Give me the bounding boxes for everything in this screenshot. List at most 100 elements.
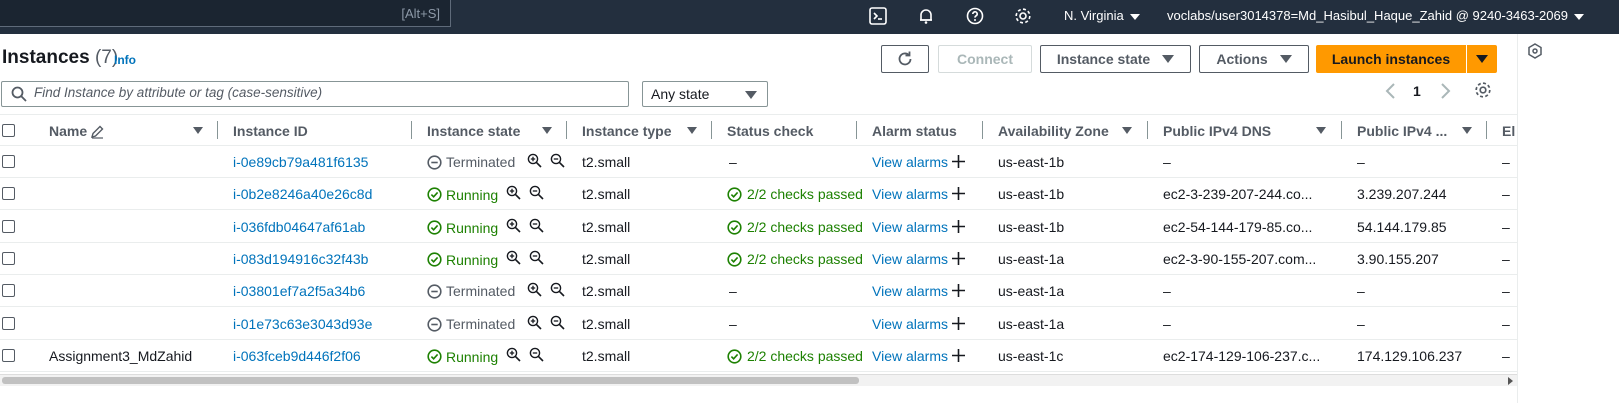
add-alarm-icon[interactable] [951,316,966,334]
column-divider[interactable] [217,121,218,139]
add-alarm-icon[interactable] [951,186,966,204]
sort-icon[interactable] [1122,127,1132,134]
view-alarms-link[interactable]: View alarms [872,316,948,332]
instance-id-link[interactable]: i-036fdb04647af61ab [233,219,365,235]
gear-icon[interactable] [1012,5,1034,27]
column-header-instance-id[interactable]: Instance ID [233,123,308,139]
launch-dropdown-button[interactable] [1467,45,1497,73]
add-alarm-icon[interactable] [951,283,966,301]
launch-instances-button[interactable]: Launch instances [1316,45,1466,73]
sort-icon[interactable] [542,127,552,134]
column-header-name[interactable]: Name [49,123,87,139]
zoom-in-icon[interactable] [506,250,521,268]
select-all-checkbox[interactable] [2,124,15,137]
hexagon-icon[interactable] [1527,43,1543,59]
column-header-elastic-ip[interactable]: El [1502,123,1515,139]
view-alarms-link[interactable]: View alarms [872,219,948,235]
column-header-public-ipv4[interactable]: Public IPv4 ... [1357,123,1447,139]
table-row[interactable]: i-01e73c63e3043d93e Terminated t2.small – Vi… [0,308,1517,340]
actions-button[interactable]: Actions [1199,45,1309,73]
zoom-out-icon[interactable] [529,250,544,268]
zoom-in-icon[interactable] [527,282,542,300]
connect-button[interactable]: Connect [938,45,1032,73]
chevron-right-icon[interactable] [1438,82,1452,100]
zoom-out-icon[interactable] [529,347,544,365]
instance-id-link[interactable]: i-0e89cb79a481f6135 [233,154,368,170]
column-header-instance-state[interactable]: Instance state [427,123,520,139]
cloudshell-icon[interactable] [867,5,889,27]
table-row[interactable]: i-036fdb04647af61ab Running t2.small 2/2 ch… [0,211,1517,243]
column-header-instance-type[interactable]: Instance type [582,123,671,139]
table-row[interactable]: i-03801ef7a2f5a34b6 Terminated t2.small – Vi… [0,275,1517,308]
zoom-in-icon[interactable] [527,315,542,333]
instance-id-link[interactable]: i-083d194916c32f43b [233,251,368,267]
row-checkbox[interactable] [2,155,15,168]
column-header-public-ipv4-dns[interactable]: Public IPv4 DNS [1163,123,1271,139]
search-input[interactable] [34,85,614,100]
instance-id-link[interactable]: i-03801ef7a2f5a34b6 [233,283,365,299]
add-alarm-icon[interactable] [951,251,966,269]
column-divider[interactable] [1147,121,1148,139]
column-divider[interactable] [411,121,412,139]
horizontal-scrollbar[interactable] [0,374,1517,386]
instance-filter-field[interactable] [1,81,629,107]
help-icon[interactable] [964,5,986,27]
column-divider[interactable] [1486,121,1487,139]
bell-icon[interactable] [915,5,937,27]
column-header-alarm-status[interactable]: Alarm status [872,123,957,139]
instance-id-link[interactable]: i-01e73c63e3043d93e [233,316,372,332]
instance-state-button[interactable]: Instance state [1040,45,1191,73]
column-header-status-check[interactable]: Status check [727,123,813,139]
info-link[interactable]: Info [114,53,136,67]
table-row[interactable]: Assignment3_MdZahid i-063fceb9d446f2f06 Ru… [0,340,1517,372]
view-alarms-link[interactable]: View alarms [872,251,948,267]
zoom-out-icon[interactable] [529,218,544,236]
column-header-availability-zone[interactable]: Availability Zone [998,123,1109,139]
table-row[interactable]: i-083d194916c32f43b Running t2.small 2/2 ch… [0,243,1517,275]
column-divider[interactable] [711,121,712,139]
row-checkbox[interactable] [2,348,15,362]
row-checkbox[interactable] [2,251,15,265]
zoom-out-icon[interactable] [529,185,544,203]
row-checkbox[interactable] [2,284,15,298]
row-checkbox[interactable] [2,316,15,330]
sort-icon[interactable] [1462,127,1472,134]
instance-id-link[interactable]: i-063fceb9d446f2f06 [233,348,361,364]
view-alarms-link[interactable]: View alarms [872,186,948,202]
column-divider[interactable] [982,121,983,139]
refresh-button[interactable] [881,45,929,73]
global-search-box[interactable]: [Alt+S] [0,0,451,27]
add-alarm-icon[interactable] [951,219,966,237]
scroll-right-arrow-icon[interactable] [1508,377,1513,385]
view-alarms-link[interactable]: View alarms [872,283,948,299]
zoom-in-icon[interactable] [527,153,542,171]
page-number[interactable]: 1 [1413,83,1421,99]
zoom-in-icon[interactable] [506,218,521,236]
sort-icon[interactable] [1316,127,1326,134]
scrollbar-thumb[interactable] [2,377,859,384]
zoom-in-icon[interactable] [506,347,521,365]
add-alarm-icon[interactable] [951,154,966,172]
table-row[interactable]: i-0e89cb79a481f6135 Terminated t2.small – Vi… [0,146,1517,178]
zoom-in-icon[interactable] [506,185,521,203]
state-filter-select[interactable]: Any state [642,81,768,107]
table-row[interactable]: i-0b2e8246a40e26c8d Running t2.small 2/2 ch… [0,178,1517,211]
view-alarms-link[interactable]: View alarms [872,348,948,364]
column-divider[interactable] [856,121,857,139]
account-menu[interactable]: voclabs/user3014378=Md_Hasibul_Haque_Zah… [1167,8,1584,23]
column-divider[interactable] [566,121,567,139]
instance-id-link[interactable]: i-0b2e8246a40e26c8d [233,186,372,202]
chevron-left-icon[interactable] [1384,82,1398,100]
zoom-out-icon[interactable] [550,153,565,171]
row-checkbox[interactable] [2,187,15,201]
zoom-out-icon[interactable] [550,282,565,300]
row-checkbox[interactable] [2,219,15,233]
sort-icon[interactable] [687,127,697,134]
add-alarm-icon[interactable] [951,348,966,366]
region-selector[interactable]: N. Virginia [1064,8,1140,23]
sort-icon[interactable] [193,127,203,134]
view-alarms-link[interactable]: View alarms [872,154,948,170]
column-divider[interactable] [1341,121,1342,139]
zoom-out-icon[interactable] [550,315,565,333]
table-settings-icon[interactable] [1474,81,1492,99]
